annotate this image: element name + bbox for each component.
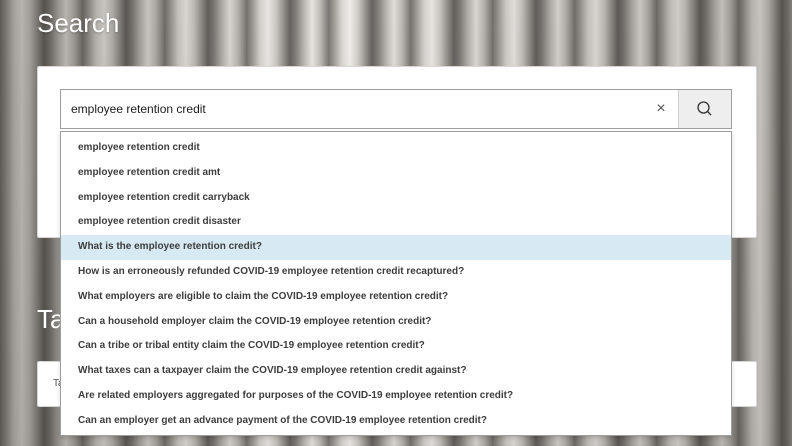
search-box: × <box>60 89 732 129</box>
suggestion-item[interactable]: Can an employer get an advance payment o… <box>61 409 731 434</box>
search-icon <box>697 101 712 116</box>
suggestion-item[interactable]: Can a household employer claim the COVID… <box>61 310 731 335</box>
page-title: Search <box>37 8 120 38</box>
suggestion-item[interactable]: employee retention credit <box>61 136 731 161</box>
suggestion-item[interactable]: How is an erroneously refunded COVID-19 … <box>61 260 731 285</box>
suggestion-item[interactable]: What taxes can a taxpayer claim the COVI… <box>61 359 731 384</box>
suggestion-item-highlighted[interactable]: What is the employee retention credit? <box>61 235 731 260</box>
search-input[interactable] <box>61 90 651 128</box>
suggestion-item[interactable]: employee retention credit disaster <box>61 210 731 235</box>
search-button[interactable] <box>678 90 731 128</box>
suggestion-item[interactable]: Can a tribe or tribal entity claim the C… <box>61 334 731 359</box>
section-title: Ta <box>37 304 61 334</box>
suggestions-dropdown: employee retention credit employee reten… <box>60 131 732 436</box>
suggestion-item[interactable]: employee retention credit carryback <box>61 186 731 211</box>
suggestion-item[interactable]: Are related employers aggregated for pur… <box>61 384 731 409</box>
suggestion-item[interactable]: employee retention credit amt <box>61 161 731 186</box>
suggestion-item[interactable]: What employers are eligible to claim the… <box>61 285 731 310</box>
clear-icon[interactable]: × <box>653 99 669 119</box>
